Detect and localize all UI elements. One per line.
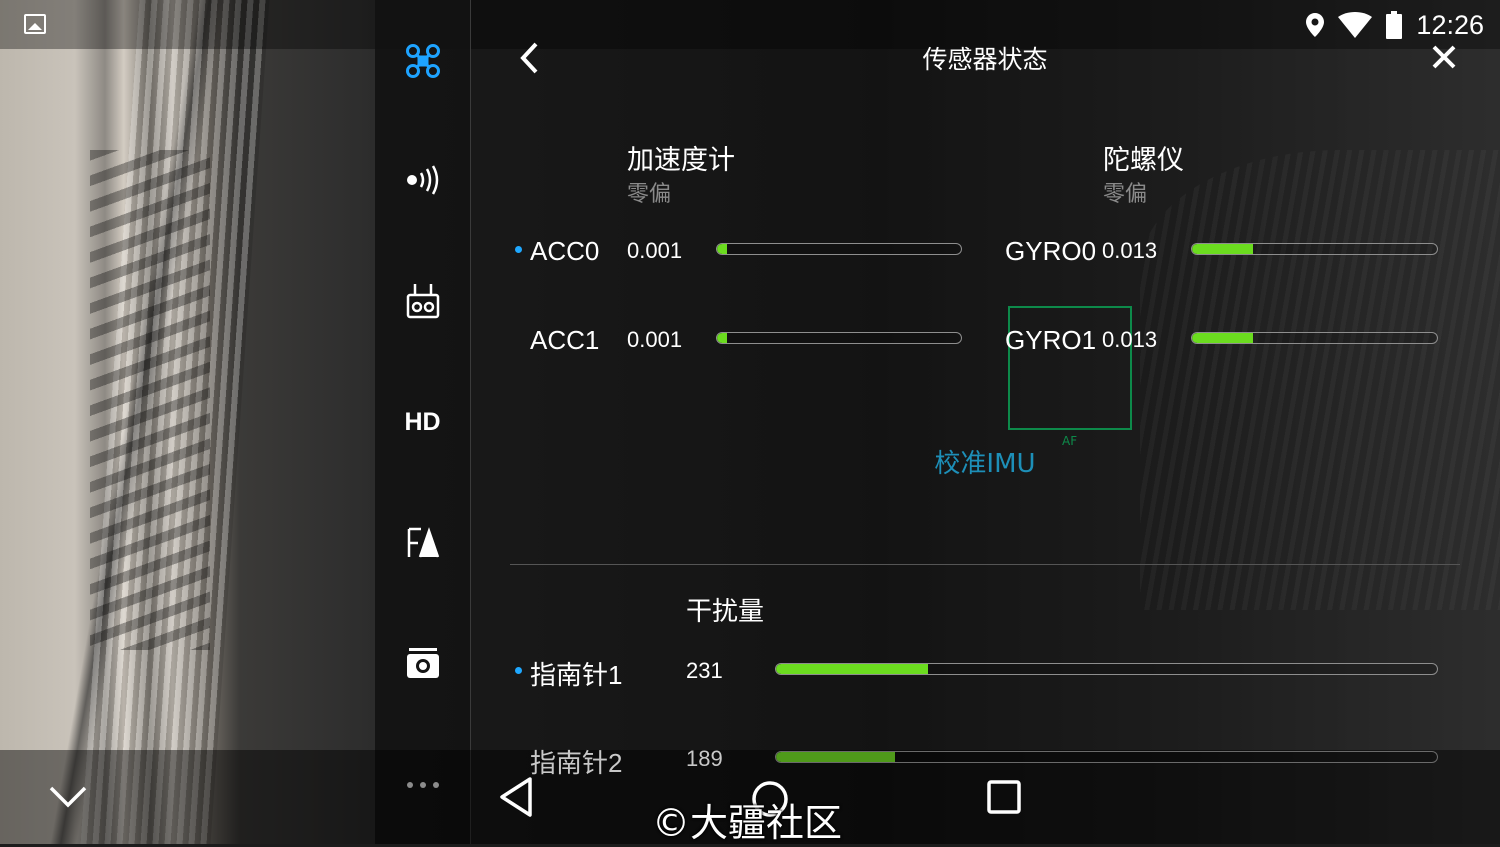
gyro1-label[interactable]: GYRO1 — [1005, 325, 1096, 356]
hd-transmission-button[interactable]: HD — [375, 392, 470, 452]
acc0-value: 0.001 — [627, 238, 683, 263]
remote-controller-icon[interactable] — [375, 272, 470, 332]
section-divider — [510, 564, 1460, 565]
camera-feed-left — [0, 0, 375, 844]
nav-back-icon[interactable] — [498, 776, 534, 822]
gyroscope-subtitle: 零偏 — [1103, 182, 1148, 207]
gyroscope-title: 陀螺仪 — [1103, 145, 1184, 176]
close-button[interactable] — [1425, 38, 1463, 76]
accelerometer-subtitle: 零偏 — [627, 182, 672, 207]
acc1-value: 0.001 — [627, 327, 683, 352]
aircraft-settings-icon[interactable] — [375, 31, 470, 91]
gyro0-value: 0.013 — [1102, 238, 1158, 263]
compass1-interference-bar — [775, 663, 1438, 675]
gyro1-bias-bar — [1191, 332, 1438, 344]
acc1-bias-bar — [716, 332, 962, 344]
compass1-label[interactable]: 指南针1 — [530, 655, 622, 692]
selected-indicator — [515, 667, 522, 674]
gyro0-label[interactable]: GYRO0 — [1005, 236, 1096, 267]
wifi-icon — [1338, 12, 1373, 38]
status-bar: 12:26 — [0, 0, 1500, 49]
fabric-pattern — [90, 150, 210, 650]
compass2-interference-bar — [775, 751, 1438, 763]
settings-sidebar: HD — [375, 0, 471, 844]
compass2-label[interactable]: 指南针2 — [530, 743, 622, 780]
battery-icon — [1386, 11, 1403, 39]
status-clock: 12:26 — [1416, 9, 1484, 40]
chevron-down-icon[interactable] — [48, 784, 88, 814]
location-icon — [1306, 13, 1325, 37]
gyro1-value: 0.013 — [1102, 327, 1158, 352]
acc0-label[interactable]: ACC0 — [530, 236, 599, 267]
settings-panel-overlay — [470, 0, 1500, 844]
gyro0-bias-bar — [1191, 243, 1438, 255]
battery-settings-icon[interactable] — [375, 513, 470, 573]
compass-interference-title: 干扰量 — [686, 597, 765, 627]
acc0-bias-bar — [716, 243, 962, 255]
watermark: ©大疆社区 — [652, 801, 843, 845]
signal-transmission-icon[interactable] — [375, 150, 470, 210]
nav-recents-icon[interactable] — [987, 780, 1021, 818]
accelerometer-title: 加速度计 — [627, 145, 735, 176]
selected-indicator — [515, 246, 522, 253]
image-notification-icon — [24, 14, 46, 34]
page-title: 传感器状态 — [922, 45, 1048, 74]
calibrate-imu-button[interactable]: 校准IMU — [900, 443, 1070, 480]
acc1-label[interactable]: ACC1 — [530, 325, 599, 356]
compass2-value: 189 — [686, 746, 723, 771]
compass1-value: 231 — [686, 658, 723, 683]
back-button[interactable] — [512, 36, 548, 80]
camera-settings-icon[interactable] — [375, 634, 470, 694]
